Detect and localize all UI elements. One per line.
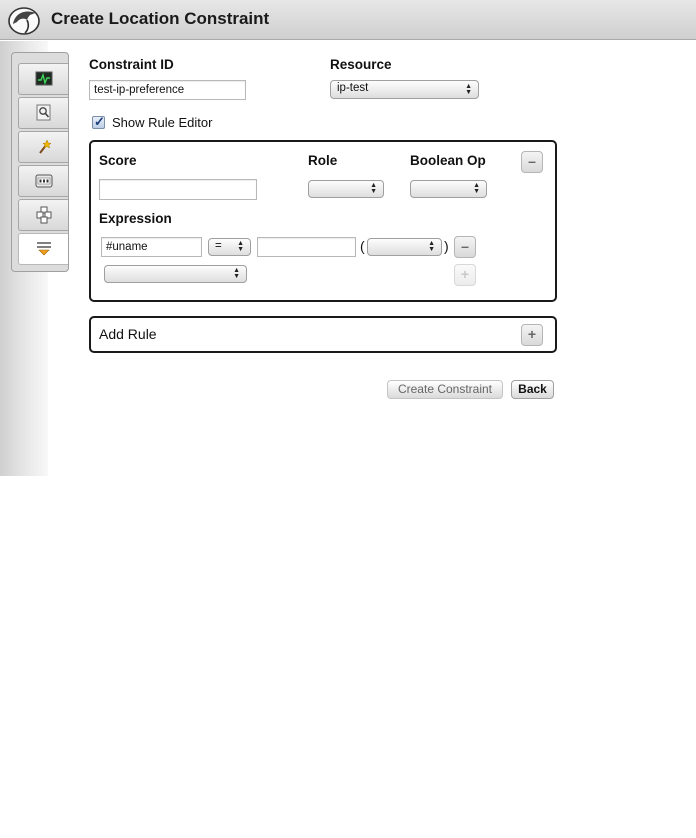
sidebar-tab-constraints[interactable]: [18, 233, 68, 265]
configuration-icon: [35, 174, 53, 188]
checkmark-icon: ✓: [94, 114, 105, 129]
sidebar-tab-wizards[interactable]: [18, 131, 68, 163]
sidebar-tab-monitor[interactable]: [18, 63, 68, 95]
open-paren: (: [360, 238, 365, 254]
score-input[interactable]: [99, 179, 257, 200]
sidebar-tab-resources[interactable]: [18, 199, 68, 231]
expression-operation-select[interactable]: = ▲ ▼: [208, 238, 251, 256]
back-button[interactable]: Back: [511, 380, 554, 399]
header-bar: Create Location Constraint: [0, 0, 696, 40]
select-arrows-icon: ▲ ▼: [237, 240, 244, 253]
constraints-icon: [37, 242, 51, 256]
boolean-op-label: Boolean Op: [410, 153, 486, 168]
resource-select-value: ip-test: [337, 82, 369, 94]
magnifier-icon: [36, 104, 51, 121]
select-arrows-icon: ▲ ▼: [465, 82, 472, 96]
remove-rule-button[interactable]: –: [521, 151, 543, 173]
create-constraint-button[interactable]: Create Constraint: [387, 380, 503, 399]
hawk-logo-icon: [8, 7, 40, 35]
close-paren: ): [444, 238, 449, 254]
select-arrows-icon: ▲ ▼: [428, 240, 435, 253]
expression-label: Expression: [99, 211, 172, 226]
select-arrows-icon: ▲ ▼: [233, 267, 240, 280]
expression-type-select[interactable]: ▲ ▼: [367, 238, 442, 256]
sidebar-tab-explorer[interactable]: [18, 97, 68, 129]
resource-select[interactable]: ip-test ▲ ▼: [330, 80, 479, 99]
sidebar-tab-configuration[interactable]: [18, 165, 68, 197]
new-expression-select[interactable]: ▲ ▼: [104, 265, 247, 283]
select-arrows-icon: ▲ ▼: [370, 182, 377, 195]
expression-attribute-input[interactable]: [101, 237, 202, 257]
wand-icon: [39, 139, 52, 154]
monitor-icon: [35, 71, 53, 86]
cubes-icon: [36, 206, 52, 224]
show-rule-editor-checkbox[interactable]: ✓: [92, 114, 105, 129]
expression-operation-value: =: [215, 240, 222, 252]
score-label: Score: [99, 153, 137, 168]
boolean-op-select[interactable]: ▲ ▼: [410, 180, 487, 198]
constraint-id-label: Constraint ID: [89, 57, 174, 72]
add-rule-label: Add Rule: [99, 326, 157, 342]
add-rule-button[interactable]: +: [521, 324, 543, 346]
constraint-id-input[interactable]: [89, 80, 246, 100]
select-arrows-icon: ▲ ▼: [473, 182, 480, 195]
page-title: Create Location Constraint: [51, 9, 270, 28]
add-expression-button[interactable]: +: [454, 264, 476, 286]
show-rule-editor-label: Show Rule Editor: [112, 115, 213, 130]
role-label: Role: [308, 153, 338, 168]
add-rule-box[interactable]: [89, 316, 557, 353]
remove-expression-button[interactable]: –: [454, 236, 476, 258]
expression-value-input[interactable]: [257, 237, 356, 257]
role-select[interactable]: ▲ ▼: [308, 180, 384, 198]
resource-label: Resource: [330, 57, 392, 72]
